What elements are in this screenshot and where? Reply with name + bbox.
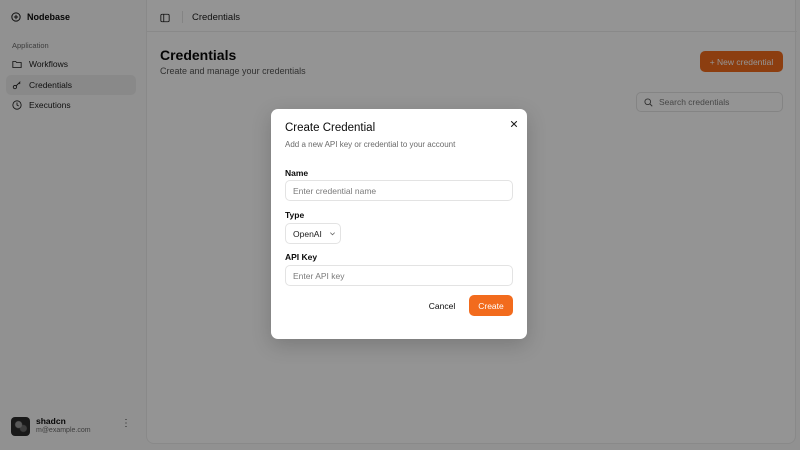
- name-input[interactable]: [285, 180, 513, 201]
- type-label: Type: [285, 210, 305, 220]
- create-button[interactable]: Create: [469, 295, 513, 316]
- name-label: Name: [285, 168, 309, 178]
- api-key-input[interactable]: [285, 265, 513, 286]
- close-icon: [510, 120, 517, 127]
- create-credential-dialog: Create Credential Add a new API key or c…: [271, 109, 527, 339]
- type-select-value: OpenAI: [293, 228, 322, 239]
- type-select[interactable]: OpenAI: [285, 223, 341, 244]
- api-key-label: API Key: [285, 252, 318, 262]
- cancel-button[interactable]: Cancel: [422, 296, 462, 316]
- chevron-down-icon: [329, 232, 335, 236]
- close-button[interactable]: [508, 118, 519, 129]
- dialog-title: Create Credential: [285, 122, 376, 134]
- dialog-description: Add a new API key or credential to your …: [285, 140, 456, 149]
